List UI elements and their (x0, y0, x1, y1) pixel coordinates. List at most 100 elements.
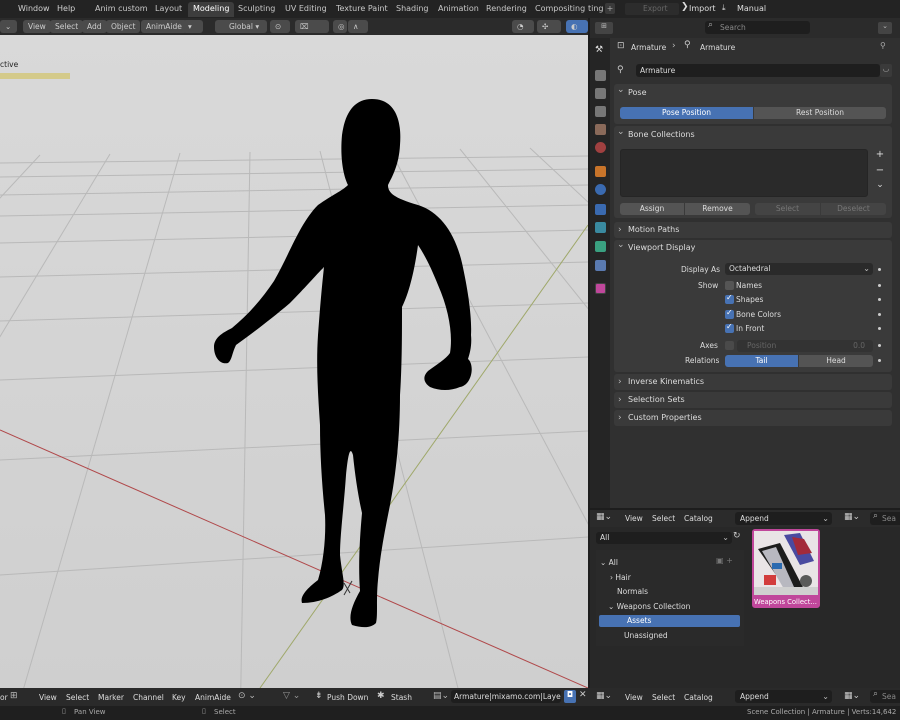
fake-user-icon[interactable]: ◡ (880, 64, 892, 77)
keyframe-dot-icon[interactable] (878, 284, 881, 287)
display-as-dropdown[interactable]: Octahedral ⌄ (725, 263, 873, 275)
pin-icon[interactable]: ⚲ (880, 41, 886, 50)
tab-anim-custom[interactable]: Anim custom (90, 2, 153, 17)
editor-type-icon[interactable]: ⊞ (595, 22, 613, 34)
keyframe-dot-icon[interactable] (878, 268, 881, 271)
output-tab-icon[interactable] (595, 88, 606, 99)
assign-button[interactable]: Assign (620, 203, 684, 215)
bone-colors-checkbox[interactable] (725, 308, 734, 319)
viewport-menu-add[interactable]: Add (82, 20, 107, 33)
file-browser-icon[interactable]: ▦⌄ (596, 512, 612, 522)
close-action-icon[interactable]: ✕ (579, 690, 587, 700)
pivot-icon[interactable]: ⊙ (270, 20, 290, 33)
manual-button[interactable]: Manual (737, 4, 766, 13)
tab-rendering[interactable]: Rendering (481, 2, 532, 17)
import-method-dropdown[interactable]: Append ⌄ (735, 512, 832, 525)
nla-menu-channel[interactable]: Channel (133, 693, 164, 702)
filter-icon[interactable]: ▽ ⌄ (283, 691, 300, 701)
axes-position-field[interactable]: Position 0.0 (737, 340, 873, 352)
asset-tile-weapons[interactable]: Weapons Collect... (752, 529, 820, 608)
render-tab-icon[interactable] (595, 70, 606, 81)
import-button[interactable]: Import (689, 4, 716, 13)
nla-editor-type[interactable]: or (0, 693, 8, 702)
tab-texture-paint[interactable]: Texture Paint (331, 2, 393, 17)
data-tab-icon[interactable] (595, 241, 606, 252)
deselect-button[interactable]: Deselect (821, 203, 886, 215)
armature-name-field[interactable]: Armature (636, 64, 880, 77)
3d-viewport[interactable]: ctive (0, 35, 588, 688)
catalog-normals[interactable]: Normals (617, 587, 648, 596)
tab-modeling[interactable]: Modeling (188, 2, 235, 17)
file-browser-icon[interactable]: ▦⌄ (596, 691, 612, 701)
catalog-weapons-collection[interactable]: ⌄ Weapons Collection (608, 602, 690, 611)
viewport-display-header[interactable]: Viewport Display (614, 237, 892, 256)
asset-menu-catalog[interactable]: Catalog (684, 514, 713, 523)
selection-sets-header[interactable]: Selection Sets (614, 392, 892, 408)
keyframe-dot-icon[interactable] (878, 313, 881, 316)
nla-menu-view[interactable]: View (39, 693, 57, 702)
action-name-field[interactable]: Armature|mixamo.com|Layer0 (451, 690, 561, 703)
keyframe-dot-icon[interactable] (878, 298, 881, 301)
catalog-hair[interactable]: › Hair (610, 573, 631, 582)
select-button[interactable]: Select (755, 203, 820, 215)
bone-collections-list[interactable] (620, 149, 868, 197)
relations-tail-button[interactable]: Tail (725, 355, 798, 367)
bone-tab-icon[interactable] (595, 260, 606, 271)
viewport-menu-select[interactable]: Select (50, 20, 84, 33)
menu-help[interactable]: Help (57, 4, 75, 13)
gizmo-icon[interactable]: ✣ (537, 20, 561, 33)
catalog-assets-selected[interactable]: Assets (599, 615, 740, 627)
stash-button[interactable]: Stash (391, 693, 412, 702)
names-checkbox[interactable] (725, 281, 734, 290)
snap-icon[interactable]: ⌧ (295, 20, 329, 33)
shapes-checkbox[interactable] (725, 293, 734, 304)
axes-checkbox[interactable] (725, 341, 734, 350)
menu-window[interactable]: Window (18, 4, 50, 13)
visibility-icon[interactable]: ◔ (512, 20, 534, 33)
viewport-menu-object[interactable]: Object (106, 20, 141, 33)
pose-position-button[interactable]: Pose Position (620, 107, 753, 119)
display-mode-icon[interactable]: ▦⌄ (844, 512, 860, 522)
motion-paths-header[interactable]: Motion Paths (614, 222, 892, 238)
inverse-kinematics-header[interactable]: Inverse Kinematics (614, 374, 892, 390)
proportional-edit-icon[interactable]: ◎ (333, 20, 347, 33)
viewport-menu-animaide[interactable]: AnimAide (141, 20, 187, 33)
export-button[interactable]: Export (625, 3, 679, 15)
fake-user-shield-icon[interactable]: ◘ (564, 690, 576, 703)
pose-panel-header[interactable]: Pose (614, 82, 892, 101)
add-workspace-icon[interactable]: + (605, 3, 615, 14)
tab-sculpting[interactable]: Sculpting (233, 2, 280, 17)
mode-dropdown[interactable]: ⌄ (0, 20, 17, 33)
display-mode-icon[interactable]: ▦⌄ (844, 691, 860, 701)
new-catalog-icon[interactable]: ▣ + (716, 556, 733, 565)
remove-button[interactable]: Remove (685, 203, 750, 215)
tab-animation[interactable]: Animation (433, 2, 484, 17)
tab-compositing[interactable]: Compositing (530, 2, 590, 17)
in-front-checkbox[interactable] (725, 322, 734, 333)
falloff-icon[interactable]: ∧ (348, 20, 368, 33)
physics-tab-icon[interactable] (595, 204, 606, 215)
search-input[interactable]: Search (705, 21, 810, 34)
overlay-icon[interactable]: ◐ (566, 20, 588, 33)
refresh-icon[interactable]: ↻ (733, 531, 741, 541)
custom-properties-header[interactable]: Custom Properties (614, 410, 892, 426)
asset-bottom-view[interactable]: View (625, 693, 643, 702)
add-collection-icon[interactable]: + (874, 149, 886, 161)
relations-head-button[interactable]: Head (799, 355, 873, 367)
catalog-all[interactable]: ⌄ All (600, 558, 618, 567)
asset-bottom-select[interactable]: Select (652, 693, 675, 702)
tab-shading[interactable]: Shading (391, 2, 434, 17)
object-tab-icon[interactable] (595, 166, 606, 177)
sync-icon[interactable]: ⊙ ⌄ (238, 691, 256, 701)
asset-menu-view[interactable]: View (625, 514, 643, 523)
catalog-unassigned[interactable]: Unassigned (624, 631, 668, 640)
keyframe-dot-icon[interactable] (878, 344, 881, 347)
nla-menu-select[interactable]: Select (66, 693, 89, 702)
constraints-tab-icon[interactable] (595, 222, 606, 233)
import-method-dropdown[interactable]: Append ⌄ (735, 690, 832, 703)
orientation-dropdown[interactable]: Global ▾ (215, 20, 267, 33)
collection-specials-icon[interactable]: ⌄ (874, 180, 886, 192)
library-dropdown[interactable]: All ⌄ (596, 532, 732, 544)
push-down-button[interactable]: Push Down (327, 693, 368, 702)
armature-data-tab-icon[interactable] (595, 283, 606, 294)
